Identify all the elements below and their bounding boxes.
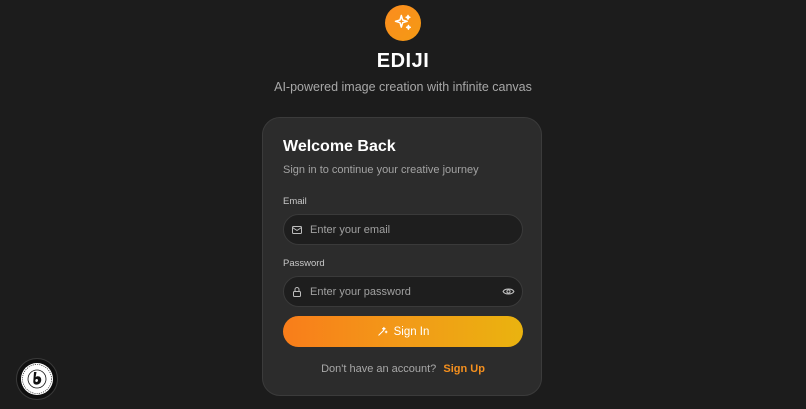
mail-icon bbox=[290, 223, 304, 237]
wand-icon bbox=[377, 326, 388, 337]
login-page: EDIJI AI-powered image creation with inf… bbox=[0, 0, 806, 409]
signup-prompt-text: Don't have an account? bbox=[321, 363, 437, 375]
brand-title: EDIJI bbox=[376, 50, 430, 72]
signup-prompt: Don't have an account? Sign Up bbox=[263, 363, 543, 375]
bolt-badge-icon bbox=[21, 363, 53, 395]
card-title: Welcome Back bbox=[283, 138, 396, 155]
brand-tagline: AI-powered image creation with infinite … bbox=[274, 80, 532, 94]
sign-in-button[interactable]: Sign In bbox=[283, 316, 523, 347]
email-input[interactable] bbox=[310, 223, 522, 236]
login-card: Welcome Back Sign in to continue your cr… bbox=[262, 117, 542, 396]
sparkles-icon bbox=[394, 14, 411, 30]
password-label: Password bbox=[283, 258, 325, 269]
built-with-bolt-badge[interactable] bbox=[16, 358, 58, 400]
email-label: Email bbox=[283, 196, 307, 207]
email-field[interactable] bbox=[283, 214, 523, 245]
password-input[interactable] bbox=[310, 285, 501, 298]
eye-icon[interactable] bbox=[501, 285, 515, 299]
card-subtitle: Sign in to continue your creative journe… bbox=[283, 164, 479, 176]
lock-icon bbox=[290, 285, 304, 299]
app-logo bbox=[385, 5, 421, 41]
sign-in-label: Sign In bbox=[393, 325, 430, 338]
password-field[interactable] bbox=[283, 276, 523, 307]
sign-up-link[interactable]: Sign Up bbox=[443, 363, 485, 375]
